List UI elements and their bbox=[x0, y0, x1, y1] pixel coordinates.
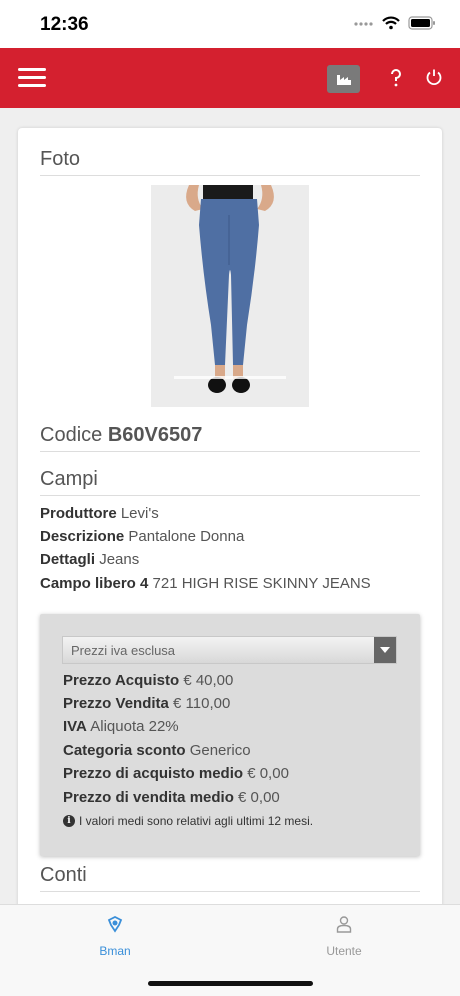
tab-label: Bman bbox=[99, 944, 131, 958]
section-title-conti: Conti bbox=[40, 864, 420, 892]
user-icon bbox=[336, 916, 352, 933]
codice-value: B60V6507 bbox=[107, 424, 203, 446]
price-value: Generico bbox=[189, 742, 251, 759]
product-card: Foto Codice B60V6507 Campi Produttore Le… bbox=[18, 128, 442, 918]
price-row: Prezzo Vendita € 110,00 bbox=[63, 695, 230, 712]
field-label: Descrizione bbox=[40, 528, 125, 545]
price-label: Prezzo di acquisto medio bbox=[63, 765, 244, 782]
bman-icon bbox=[107, 915, 123, 933]
status-bar: 12:36 bbox=[0, 0, 460, 48]
field-row: Descrizione Pantalone Donna bbox=[40, 528, 244, 545]
price-label: Categoria sconto bbox=[63, 742, 186, 759]
battery-icon bbox=[408, 16, 435, 30]
price-label: Prezzo di vendita medio bbox=[63, 789, 234, 806]
field-value: Pantalone Donna bbox=[128, 528, 245, 545]
field-value: Levi's bbox=[120, 505, 159, 522]
tab-bman[interactable]: Bman bbox=[65, 915, 165, 958]
field-label: Dettagli bbox=[40, 551, 96, 568]
price-row: IVA Aliquota 22% bbox=[63, 718, 179, 735]
app-bar bbox=[0, 48, 460, 108]
field-value: 721 HIGH RISE SKINNY JEANS bbox=[152, 575, 371, 592]
help-button[interactable] bbox=[385, 66, 407, 90]
price-row: Categoria sconto Generico bbox=[63, 742, 251, 759]
factory-icon bbox=[336, 75, 351, 85]
price-label: IVA bbox=[63, 718, 87, 735]
price-mode-value: Prezzi iva esclusa bbox=[71, 643, 176, 658]
price-mode-select[interactable]: Prezzi iva esclusa bbox=[62, 636, 397, 664]
signal-icon bbox=[354, 22, 373, 26]
price-value: € 110,00 bbox=[173, 695, 231, 712]
field-row: Campo libero 4 721 HIGH RISE SKINNY JEAN… bbox=[40, 575, 371, 592]
price-value: € 0,00 bbox=[238, 789, 280, 806]
codice-label: Codice bbox=[40, 424, 103, 446]
tab-label: Utente bbox=[326, 944, 362, 958]
price-label: Prezzo Acquisto bbox=[63, 672, 180, 689]
jeans-image bbox=[151, 185, 309, 407]
field-label: Produttore bbox=[40, 505, 117, 522]
field-label: Campo libero 4 bbox=[40, 575, 149, 592]
status-time: 12:36 bbox=[40, 14, 89, 35]
home-indicator[interactable] bbox=[148, 981, 313, 986]
power-button[interactable] bbox=[423, 65, 445, 89]
product-photo[interactable] bbox=[151, 185, 309, 407]
status-icons bbox=[354, 16, 436, 30]
wifi-icon bbox=[382, 16, 400, 30]
field-row: Produttore Levi's bbox=[40, 505, 159, 522]
price-value: Aliquota 22% bbox=[90, 718, 179, 735]
price-row: Prezzo di acquisto medio € 0,00 bbox=[63, 765, 289, 782]
section-title-foto: Foto bbox=[40, 148, 420, 176]
info-icon: i bbox=[63, 815, 75, 827]
field-value: Jeans bbox=[99, 551, 140, 568]
carousel-indicator bbox=[174, 376, 286, 379]
section-title-campi: Campi bbox=[40, 468, 420, 496]
factory-button[interactable] bbox=[327, 65, 360, 93]
menu-icon[interactable] bbox=[18, 68, 46, 88]
price-value: € 40,00 bbox=[183, 672, 234, 689]
note-text: I valori medi sono relativi agli ultimi … bbox=[79, 814, 314, 828]
tab-utente[interactable]: Utente bbox=[294, 915, 394, 958]
price-row: Prezzo Acquisto € 40,00 bbox=[63, 672, 233, 689]
power-icon bbox=[426, 69, 442, 86]
price-row: Prezzo di vendita medio € 0,00 bbox=[63, 789, 280, 806]
chevron-down-icon[interactable] bbox=[374, 637, 396, 663]
price-value: € 0,00 bbox=[247, 765, 289, 782]
price-label: Prezzo Vendita bbox=[63, 695, 169, 712]
help-icon bbox=[391, 69, 401, 87]
average-note: i I valori medi sono relativi agli ultim… bbox=[63, 814, 313, 828]
field-row: Dettagli Jeans bbox=[40, 551, 139, 568]
price-panel: Prezzi iva esclusa Prezzo Acquisto € 40,… bbox=[40, 614, 420, 856]
codice-row: Codice B60V6507 bbox=[40, 424, 420, 452]
